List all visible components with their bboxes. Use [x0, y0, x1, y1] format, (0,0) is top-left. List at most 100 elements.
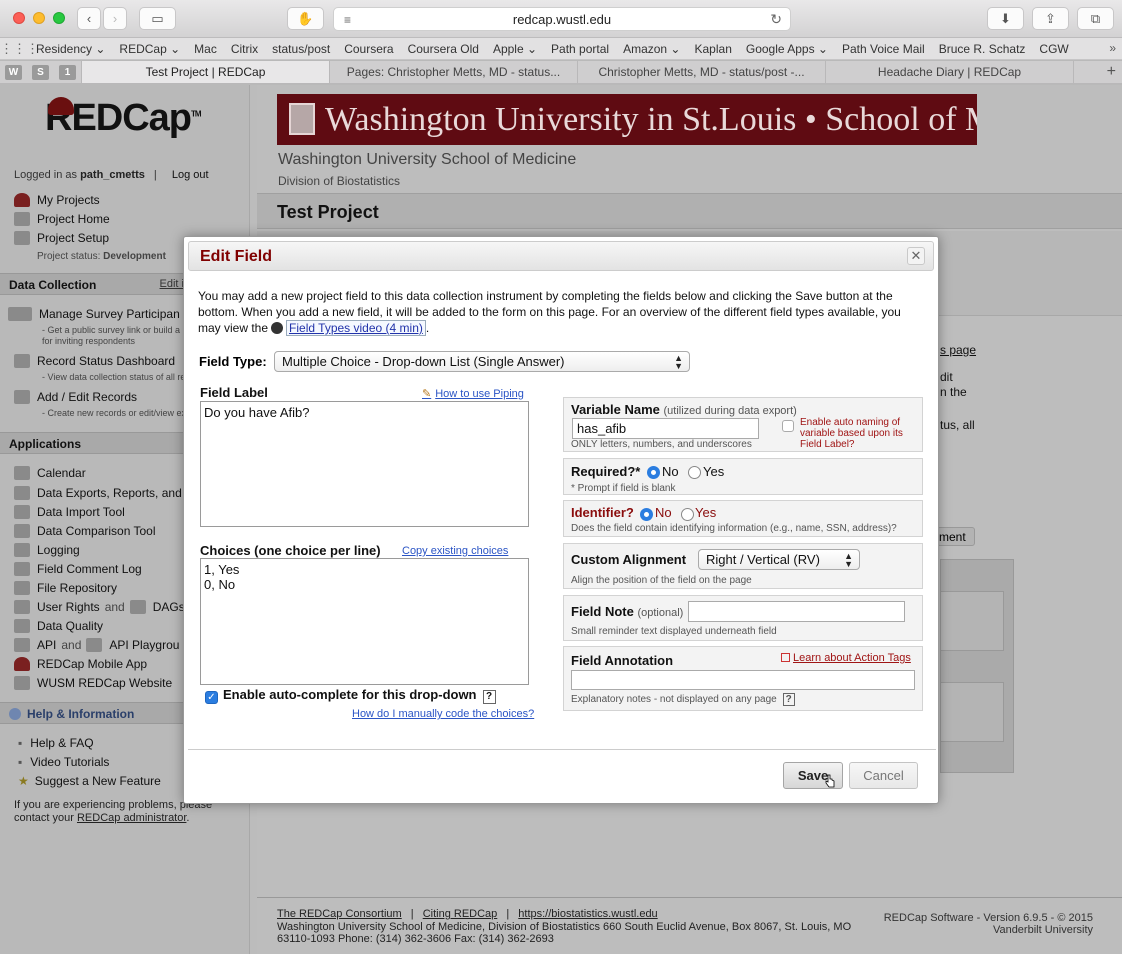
auto-naming-checkbox[interactable]: [782, 420, 794, 432]
field-note-input[interactable]: [688, 601, 905, 622]
variable-name-input[interactable]: has_afib: [572, 418, 759, 439]
bookmark-item[interactable]: Google Apps ⌄: [746, 42, 828, 56]
sidebar-item-wusm-website[interactable]: WUSM REDCap Website: [14, 676, 172, 690]
sidebar-item-label: Manage Survey Participan: [39, 307, 180, 321]
bookmark-item[interactable]: CGW: [1039, 42, 1068, 56]
identifier-box: Identifier? No Yes Does the field contai…: [563, 500, 923, 537]
sidebar-item-project-home[interactable]: Project Home: [14, 212, 110, 226]
autocomplete-checkbox[interactable]: ✓: [205, 691, 218, 704]
logout-link[interactable]: Log out: [172, 169, 209, 181]
sidebar-item-calendar[interactable]: Calendar: [14, 466, 86, 480]
choices-textarea[interactable]: 1, Yes 0, No: [200, 558, 529, 685]
footer-links: The REDCap Consortium | Citing REDCap | …: [277, 908, 658, 920]
sidebar-item-api[interactable]: API and API Playgrou: [14, 638, 179, 652]
sidebar-item-user-rights[interactable]: User Rights and DAGs: [14, 600, 185, 614]
bookmark-item[interactable]: Mac: [194, 42, 217, 56]
close-icon[interactable]: ✕: [907, 247, 925, 265]
footer-link[interactable]: Citing REDCap: [423, 908, 498, 920]
sidebar-item-logging[interactable]: Logging: [14, 543, 80, 557]
sidebar-item-label: File Repository: [37, 581, 118, 595]
bookmark-item[interactable]: Coursera Old: [408, 42, 479, 56]
dialog-titlebar[interactable]: Edit Field ✕: [188, 241, 934, 271]
tabs-overview-button[interactable]: ⧉: [1077, 7, 1114, 30]
cancel-button[interactable]: Cancel: [849, 762, 918, 789]
bookmark-item[interactable]: Kaplan: [695, 42, 732, 56]
sidebar-item-field-comment-log[interactable]: Field Comment Log: [14, 562, 142, 576]
sidebar-item-data-quality[interactable]: Data Quality: [14, 619, 103, 633]
sidebar-item-video-tutorials[interactable]: ▪ Video Tutorials: [18, 755, 109, 769]
redcap-logo[interactable]: REDCapTM: [45, 97, 202, 140]
pinned-tab[interactable]: W: [0, 61, 27, 83]
footer-link[interactable]: https://biostatistics.wustl.edu: [518, 908, 657, 920]
piping-link[interactable]: ✎ How to use Piping: [422, 387, 524, 400]
sidebar-item-mobile-app[interactable]: REDCap Mobile App: [14, 657, 147, 671]
bookmark-item[interactable]: status/post: [272, 42, 330, 56]
admin-link[interactable]: REDCap administrator: [77, 812, 186, 824]
help-question-icon[interactable]: ?: [782, 693, 795, 706]
bookmark-item[interactable]: Citrix: [231, 42, 258, 56]
sidebar-item-project-setup[interactable]: Project Setup: [14, 231, 109, 245]
field-type-select[interactable]: Multiple Choice - Drop-down List (Single…: [274, 351, 690, 372]
sidebar-toggle-button[interactable]: ▭: [139, 7, 176, 30]
required-no-radio[interactable]: [647, 466, 660, 479]
edit-instruments-link[interactable]: Edit i: [160, 278, 184, 290]
back-button[interactable]: ‹: [77, 7, 101, 30]
alignment-select[interactable]: Right / Vertical (RV) ▲ ▼: [698, 549, 860, 570]
sidebar-item-help-faq[interactable]: ▪ Help & FAQ: [18, 736, 94, 750]
bookmark-item[interactable]: Bruce R. Schatz: [939, 42, 1026, 56]
identifier-yes-radio[interactable]: [681, 508, 694, 521]
sidebar-item-my-projects[interactable]: My Projects: [14, 193, 100, 207]
reload-icon[interactable]: ↻: [770, 11, 782, 28]
manual-code-link[interactable]: How do I manually code the choices?: [352, 708, 534, 720]
grid-icon[interactable]: ⋮⋮⋮: [0, 41, 39, 57]
sidebar-item-record-status[interactable]: Record Status Dashboard: [14, 354, 175, 368]
more-bookmarks-icon[interactable]: »: [1109, 41, 1116, 55]
zoom-window-button[interactable]: [53, 12, 65, 24]
identifier-no-radio[interactable]: [640, 508, 653, 521]
bookmark-item[interactable]: Residency ⌄: [36, 42, 105, 56]
copy-choices-link[interactable]: Copy existing choices: [402, 545, 508, 557]
address-bar[interactable]: ≡ redcap.wustl.edu ↻: [333, 7, 791, 31]
annotation-input[interactable]: [571, 670, 915, 690]
pinned-tab[interactable]: 1: [54, 61, 81, 83]
bookmark-item[interactable]: REDCap ⌄: [119, 42, 180, 56]
help-question-icon[interactable]: ?: [482, 690, 496, 704]
close-window-button[interactable]: [13, 12, 25, 24]
sidebar-item-label: WUSM REDCap Website: [37, 676, 173, 690]
playground-icon: [86, 638, 103, 652]
sidebar-item-data-import[interactable]: Data Import Tool: [14, 505, 125, 519]
required-no-label: No: [662, 464, 679, 479]
sidebar-item-data-comparison[interactable]: Data Comparison Tool: [14, 524, 156, 538]
minimize-window-button[interactable]: [33, 12, 45, 24]
api-playground-link[interactable]: API Playgrou: [109, 638, 179, 652]
action-tags-link[interactable]: Learn about Action Tags: [781, 652, 911, 664]
bookmark-item[interactable]: Path portal: [551, 42, 609, 56]
bookmark-item[interactable]: Coursera: [344, 42, 393, 56]
bookmark-item[interactable]: Path Voice Mail: [842, 42, 925, 56]
sidebar-item-suggest-feature[interactable]: ★ Suggest a New Feature: [18, 774, 161, 788]
bookmark-item[interactable]: Apple ⌄: [493, 42, 537, 56]
forward-button[interactable]: ›: [103, 7, 127, 30]
dags-link[interactable]: DAGs: [153, 600, 185, 614]
sidebar-item-label: Data Quality: [37, 619, 104, 633]
footer-link[interactable]: The REDCap Consortium: [277, 908, 402, 920]
sidebar-item-file-repository[interactable]: File Repository: [14, 581, 117, 595]
pinned-tab[interactable]: S: [27, 61, 54, 83]
sidebar-item-add-edit-records[interactable]: Add / Edit Records: [14, 390, 137, 404]
field-label-textarea[interactable]: Do you have Afib?: [200, 401, 529, 527]
sidebar-item-data-exports[interactable]: Data Exports, Reports, and: [14, 486, 182, 500]
bg-panel-row: [940, 682, 1004, 742]
new-tab-button[interactable]: +: [1073, 61, 1122, 83]
extension-button[interactable]: ✋: [287, 7, 324, 30]
tab-status-post[interactable]: Christopher Metts, MD - status/post -...: [577, 61, 825, 83]
tab-headache-diary[interactable]: Headache Diary | REDCap: [825, 61, 1073, 83]
required-yes-radio[interactable]: [688, 466, 701, 479]
tab-test-project[interactable]: Test Project | REDCap: [81, 61, 329, 83]
logged-in-label: Logged in as: [14, 169, 77, 181]
downloads-button[interactable]: ⬇: [987, 7, 1024, 30]
share-button[interactable]: ⇪: [1032, 7, 1069, 30]
bookmark-item[interactable]: Amazon ⌄: [623, 42, 680, 56]
field-types-video-link[interactable]: Field Types video (4 min): [286, 320, 426, 336]
tab-pages[interactable]: Pages: Christopher Metts, MD - status...: [329, 61, 577, 83]
sidebar-item-manage-survey[interactable]: Manage Survey Participan: [8, 307, 180, 321]
